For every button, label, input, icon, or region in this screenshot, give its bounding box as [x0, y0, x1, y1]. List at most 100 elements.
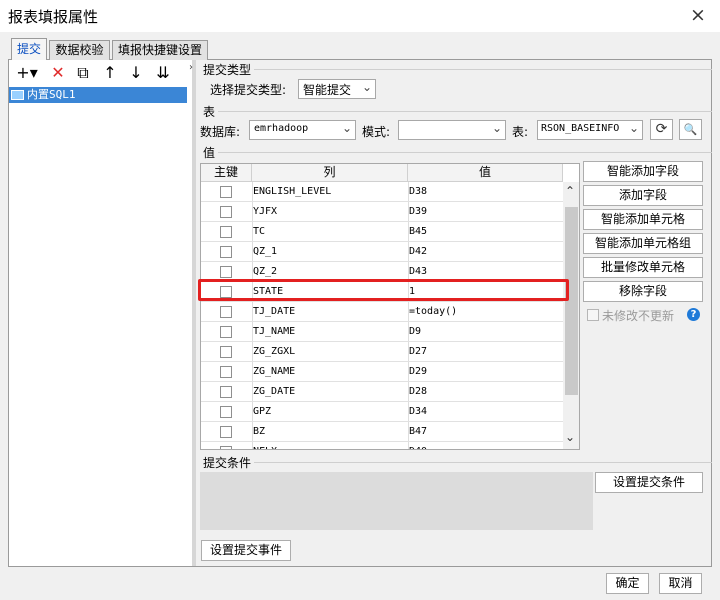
table-row[interactable]: QZ_1 D42	[201, 242, 563, 262]
column-cell[interactable]: BZ	[253, 422, 265, 442]
database-select[interactable]: emrhadoop ⌄	[249, 120, 356, 140]
primary-key-checkbox[interactable]	[220, 346, 232, 358]
value-cell[interactable]: B45	[409, 222, 427, 242]
search-icon[interactable]: 🔍	[679, 119, 702, 140]
title-bar	[0, 0, 720, 32]
smart-add-cell-group-button[interactable]: 智能添加单元格组	[583, 233, 703, 254]
table-row[interactable]: ZG_NAME D29	[201, 362, 563, 382]
divider	[254, 462, 712, 463]
primary-key-checkbox[interactable]	[220, 406, 232, 418]
scroll-down-icon[interactable]: ⌄	[565, 430, 575, 444]
cancel-button[interactable]: 取消	[659, 573, 702, 594]
primary-key-checkbox[interactable]	[220, 366, 232, 378]
tree-item-sql1[interactable]: 内置SQL1	[9, 87, 187, 103]
divider	[218, 152, 712, 153]
primary-key-checkbox[interactable]	[220, 446, 232, 449]
table-row[interactable]: YJFX D39	[201, 202, 563, 222]
column-cell[interactable]: TJ_NAME	[253, 322, 295, 342]
value-cell[interactable]: D27	[409, 342, 427, 362]
column-cell[interactable]: QZ_1	[253, 242, 277, 262]
primary-key-checkbox[interactable]	[220, 386, 232, 398]
primary-key-checkbox[interactable]	[220, 326, 232, 338]
database-label: 数据库:	[200, 125, 241, 139]
table-row[interactable]: NFLX D40	[201, 442, 563, 449]
close-icon[interactable]: ×	[686, 3, 710, 27]
column-cell[interactable]: ENGLISH_LEVEL	[253, 182, 331, 202]
table-label: 表:	[512, 125, 529, 139]
primary-key-checkbox[interactable]	[220, 186, 232, 198]
tab-submit[interactable]: 提交	[11, 38, 47, 60]
value-cell[interactable]: D34	[409, 402, 427, 422]
table-row[interactable]: TJ_DATE =today()	[201, 302, 563, 322]
value-cell[interactable]: D28	[409, 382, 427, 402]
scroll-up-icon[interactable]: ⌃	[565, 184, 575, 198]
value-cell[interactable]: D39	[409, 202, 427, 222]
table-row[interactable]: ZG_ZGXL D27	[201, 342, 563, 362]
value-cell[interactable]: B47	[409, 422, 427, 442]
add-field-button[interactable]: 添加字段	[583, 185, 703, 206]
table-row[interactable]: TJ_NAME D9	[201, 322, 563, 342]
smart-add-field-button[interactable]: 智能添加字段	[583, 161, 703, 182]
no-update-label: 未修改不更新	[602, 309, 675, 323]
help-icon[interactable]: ?	[687, 308, 700, 321]
primary-key-checkbox[interactable]	[220, 426, 232, 438]
table-select[interactable]: RSON_BASEINFO ⌄	[537, 120, 643, 140]
value-cell[interactable]: D9	[409, 322, 421, 342]
column-cell[interactable]: NFLX	[253, 442, 277, 449]
primary-key-checkbox[interactable]	[220, 266, 232, 278]
batch-edit-cell-button[interactable]: 批量修改单元格	[583, 257, 703, 278]
chevron-down-icon: ⌄	[491, 121, 502, 135]
column-cell[interactable]: TC	[253, 222, 265, 242]
smart-add-cell-button[interactable]: 智能添加单元格	[583, 209, 703, 230]
copy-icon[interactable]: ⧉	[73, 62, 93, 84]
refresh-icon[interactable]: ⟳	[650, 119, 673, 140]
header-primary-key[interactable]: 主键	[201, 164, 252, 182]
schema-select[interactable]: ⌄	[398, 120, 506, 140]
set-submit-event-button[interactable]: 设置提交事件	[201, 540, 291, 561]
table-row[interactable]: TC B45	[201, 222, 563, 242]
ok-button[interactable]: 确定	[606, 573, 649, 594]
delete-icon[interactable]: ✕	[48, 62, 68, 84]
tab-data-validation[interactable]: 数据校验	[49, 40, 110, 60]
column-cell[interactable]: ZG_ZGXL	[253, 342, 295, 362]
field-grid: 主键 列 值 ENGLISH_LEVEL D38 YJFX D39 TC B45 QZ_1 D…	[200, 163, 580, 450]
table-row[interactable]: GPZ D34	[201, 402, 563, 422]
splitter[interactable]	[192, 60, 196, 566]
header-value[interactable]: 值	[408, 164, 563, 182]
value-cell[interactable]: D38	[409, 182, 427, 202]
column-cell[interactable]: ZG_NAME	[253, 362, 295, 382]
table-value: RSON_BASEINFO	[541, 123, 620, 134]
collapse-arrow-icon[interactable]: ›	[189, 62, 193, 73]
primary-key-checkbox[interactable]	[220, 246, 232, 258]
sql-list-panel	[9, 60, 192, 566]
table-row[interactable]: ENGLISH_LEVEL D38	[201, 182, 563, 202]
no-update-checkbox[interactable]	[587, 309, 599, 321]
value-cell[interactable]: D40	[409, 442, 427, 449]
column-cell[interactable]: TJ_DATE	[253, 302, 295, 322]
chevron-down-icon: ⌄	[341, 121, 352, 135]
submit-type-select[interactable]: 智能提交 ⌄	[298, 79, 376, 99]
table-row[interactable]: BZ B47	[201, 422, 563, 442]
move-up-icon[interactable]: ↑	[100, 62, 120, 84]
move-down-icon[interactable]: ↓	[126, 62, 146, 84]
primary-key-checkbox[interactable]	[220, 226, 232, 238]
header-column[interactable]: 列	[252, 164, 408, 182]
scrollbar-thumb[interactable]	[565, 207, 578, 395]
submit-type-label: 选择提交类型:	[210, 83, 287, 97]
table-row[interactable]: ZG_DATE D28	[201, 382, 563, 402]
table-icon	[11, 90, 24, 100]
column-cell[interactable]: ZG_DATE	[253, 382, 295, 402]
primary-key-checkbox[interactable]	[220, 306, 232, 318]
remove-field-button[interactable]: 移除字段	[583, 281, 703, 302]
value-cell[interactable]: D42	[409, 242, 427, 262]
sort-icon[interactable]: ⇊	[152, 62, 174, 84]
value-cell[interactable]: D29	[409, 362, 427, 382]
value-cell[interactable]: =today()	[409, 302, 457, 322]
add-icon[interactable]: +▾	[14, 62, 40, 84]
set-condition-button[interactable]: 设置提交条件	[595, 472, 703, 493]
tab-shortcut-settings[interactable]: 填报快捷键设置	[112, 40, 208, 60]
primary-key-checkbox[interactable]	[220, 206, 232, 218]
column-cell[interactable]: YJFX	[253, 202, 277, 222]
submit-condition-section-label: 提交条件	[203, 456, 252, 470]
column-cell[interactable]: GPZ	[253, 402, 271, 422]
